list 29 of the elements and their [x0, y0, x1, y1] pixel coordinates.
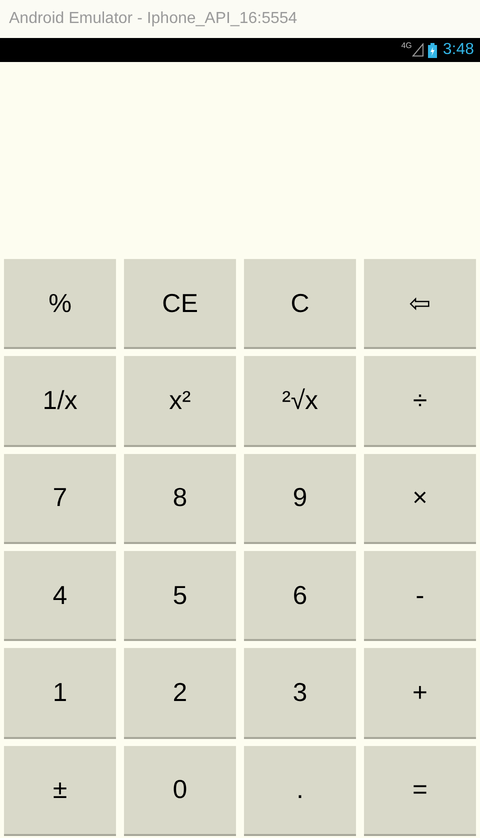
- calculator-key[interactable]: x²: [124, 356, 236, 447]
- calculator-key[interactable]: -: [364, 551, 476, 642]
- calculator-key[interactable]: 7: [4, 454, 116, 544]
- calculator-key[interactable]: .: [244, 746, 356, 836]
- calculator-key[interactable]: =: [364, 746, 476, 836]
- signal-icon: [412, 43, 424, 57]
- window-title: Android Emulator - Iphone_API_16:5554: [9, 9, 298, 29]
- calculator-key[interactable]: 9: [244, 454, 356, 544]
- calculator-key[interactable]: 1/x: [4, 356, 116, 447]
- calculator-key[interactable]: 8: [124, 454, 236, 544]
- calculator-key[interactable]: ²√x: [244, 356, 356, 447]
- calculator-key[interactable]: ±: [4, 746, 116, 836]
- calculator-key[interactable]: +: [364, 648, 476, 739]
- calculator-key[interactable]: CE: [124, 259, 236, 350]
- calculator-key[interactable]: 1: [4, 648, 116, 739]
- calculator-key[interactable]: ×: [364, 454, 476, 544]
- calculator-key[interactable]: ⇦: [364, 259, 476, 350]
- calculator-key[interactable]: 2: [124, 648, 236, 739]
- calculator-key[interactable]: 5: [124, 551, 236, 642]
- battery-icon: [428, 42, 437, 58]
- clock-time: 3:48: [442, 40, 474, 60]
- calculator-key[interactable]: 4: [4, 551, 116, 642]
- calculator-key[interactable]: 0: [124, 746, 236, 836]
- calculator-key[interactable]: 6: [244, 551, 356, 642]
- calculator-key[interactable]: 3: [244, 648, 356, 739]
- network-label: 4G: [401, 42, 412, 50]
- calculator-key[interactable]: ÷: [364, 356, 476, 447]
- calculator-key[interactable]: C: [244, 259, 356, 350]
- calculator-key[interactable]: %: [4, 259, 116, 350]
